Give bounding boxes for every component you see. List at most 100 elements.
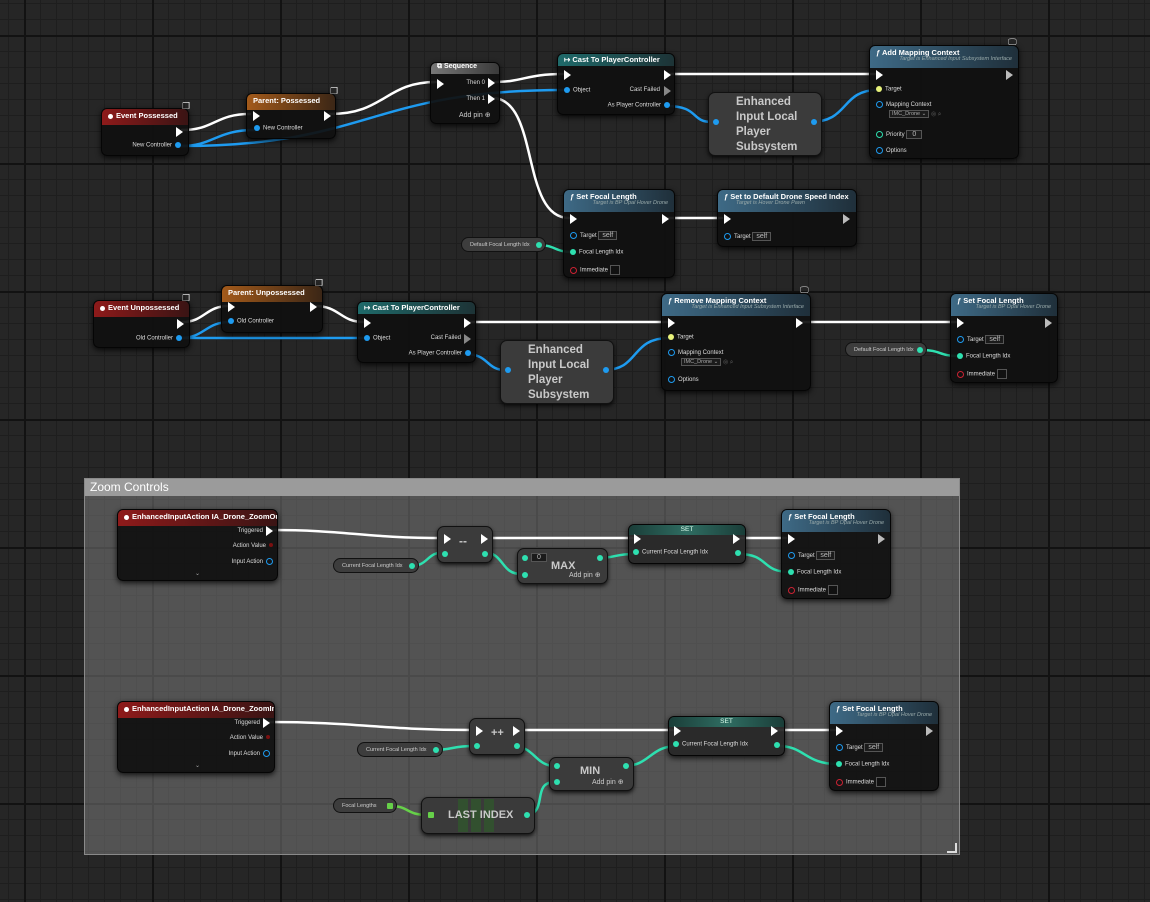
array-out-pin[interactable] [387,803,393,809]
target-pin[interactable] [957,336,964,343]
out-pin[interactable] [514,743,520,749]
target-value[interactable]: self [598,231,618,240]
target-value[interactable]: self [752,232,772,241]
then1-pin[interactable] [488,94,495,104]
comment-title[interactable]: Zoom Controls [85,479,959,496]
out-pin[interactable] [811,119,817,125]
input-action-pin[interactable] [263,750,270,757]
parent-possessed-node[interactable]: Parent: Possessed New Controller [246,93,336,139]
min-node[interactable]: MIN Add pin ⊕ [549,757,634,791]
parent-unpossessed-node[interactable]: Parent: Unpossessed Old Controller [221,285,323,333]
value-in-pin[interactable] [673,741,679,747]
set-focal-length-node[interactable]: ƒ Set Focal Length Target is BP Opal Hove… [829,701,939,791]
focal-length-idx-pin[interactable] [957,353,963,359]
immediate-pin[interactable] [788,586,795,594]
in-pin[interactable] [474,743,480,749]
value-out-pin[interactable] [774,742,780,748]
out-pin[interactable] [433,747,439,753]
exec-in-pin[interactable] [476,726,483,736]
exec-in-pin[interactable] [957,318,964,328]
exec-out-pin[interactable] [926,726,933,736]
add-pin-button[interactable]: Add pin ⊕ [592,778,624,786]
in-pin[interactable] [713,119,719,125]
array-in-pin[interactable] [428,812,434,818]
exec-out-pin[interactable] [843,214,850,224]
b-pin[interactable] [554,779,560,785]
set-variable-node[interactable]: SET Current Focal Length Idx [628,524,746,564]
target-pin[interactable] [668,334,674,340]
default-focal-length-idx-var[interactable]: Default Focal Length Idx [461,237,546,252]
mapping-context-pin[interactable] [668,349,675,356]
action-value-pin[interactable] [266,735,270,740]
b-pin[interactable] [522,572,528,578]
old-controller-pin[interactable] [176,335,182,341]
immediate-checkbox[interactable] [996,369,1007,379]
out-pin[interactable] [623,763,629,769]
resize-grip-icon[interactable] [947,843,957,853]
target-pin[interactable] [876,86,882,92]
exec-in-pin[interactable] [564,70,571,80]
target-pin[interactable] [724,233,731,240]
set-default-drone-speed-node[interactable]: ƒ Set to Default Drone Speed Index Target… [717,189,857,247]
exec-in-pin[interactable] [674,726,681,736]
target-value[interactable]: self [985,335,1005,344]
current-focal-length-idx-var[interactable]: Current Focal Length Idx [357,742,443,757]
exec-in-pin[interactable] [570,214,577,224]
add-mapping-context-node[interactable]: ƒ Add Mapping Context Target is Enhanced … [869,45,1019,159]
input-action-pin[interactable] [266,558,273,565]
exec-in-pin[interactable] [634,534,641,544]
immediate-pin[interactable] [957,370,964,378]
options-pin[interactable] [876,147,883,154]
in-pin[interactable] [442,551,448,557]
value-in-pin[interactable] [633,549,639,555]
immediate-checkbox[interactable] [875,777,886,787]
as-player-controller-pin[interactable] [664,102,670,108]
as-player-controller-pin[interactable] [465,350,471,356]
exec-out-pin[interactable] [664,70,671,80]
remove-mapping-context-node[interactable]: ƒ Remove Mapping Context Target is Enhanc… [661,293,811,391]
set-variable-node[interactable]: SET Current Focal Length Idx [668,716,785,756]
out-pin[interactable] [536,242,542,248]
exec-in-pin[interactable] [364,318,371,328]
cast-to-playercontroller-node[interactable]: ↦ Cast To PlayerController Object Cast F… [357,301,476,363]
exec-out-pin[interactable] [662,214,669,224]
out-pin[interactable] [409,563,415,569]
exec-out-pin[interactable] [796,318,803,328]
zoom-out-event-node[interactable]: EnhancedInputAction IA_Drone_ZoomOut Tri… [117,509,278,581]
immediate-pin[interactable] [836,778,843,786]
exec-out-pin[interactable] [481,534,488,544]
value-out-pin[interactable] [735,550,741,556]
set-focal-length-node[interactable]: ƒ Set Focal Length Target is BP Opal Hove… [950,293,1058,383]
new-controller-pin[interactable] [254,125,260,131]
focal-length-idx-pin[interactable] [788,569,794,575]
exec-out-pin[interactable] [310,302,317,312]
exec-in-pin[interactable] [788,534,795,544]
increment-node[interactable]: ++ [469,718,525,755]
browse-icon[interactable]: ◎ ⌕ [723,360,733,366]
target-pin[interactable] [788,552,795,559]
cast-failed-pin[interactable] [464,334,471,344]
decrement-node[interactable]: -- [437,526,493,563]
action-value-pin[interactable] [269,543,273,548]
object-pin[interactable] [364,335,370,341]
exec-out-pin[interactable] [1045,318,1052,328]
exec-in-pin[interactable] [437,79,444,89]
out-pin[interactable] [597,555,603,561]
exec-out-pin[interactable] [464,318,471,328]
focal-length-idx-pin[interactable] [836,761,842,767]
exec-in-pin[interactable] [253,111,260,121]
immediate-checkbox[interactable] [609,265,620,275]
exec-in-pin[interactable] [668,318,675,328]
exec-out-pin[interactable] [771,726,778,736]
default-focal-length-idx-var[interactable]: Default Focal Length Idx [845,342,927,357]
object-pin[interactable] [564,87,570,93]
enhanced-input-subsystem-node[interactable]: Enhanced Input Local Player Subsystem [500,340,614,404]
cast-to-playercontroller-node[interactable]: ↦ Cast To PlayerController Object Cast F… [557,53,675,115]
priority-pin[interactable] [876,131,883,138]
add-pin-button[interactable]: Add pin ⊕ [459,111,491,119]
cast-failed-pin[interactable] [664,86,671,96]
target-value[interactable]: self [864,743,884,752]
exec-out-pin[interactable] [513,726,520,736]
triggered-pin[interactable] [266,526,273,536]
new-controller-pin[interactable] [175,142,181,148]
